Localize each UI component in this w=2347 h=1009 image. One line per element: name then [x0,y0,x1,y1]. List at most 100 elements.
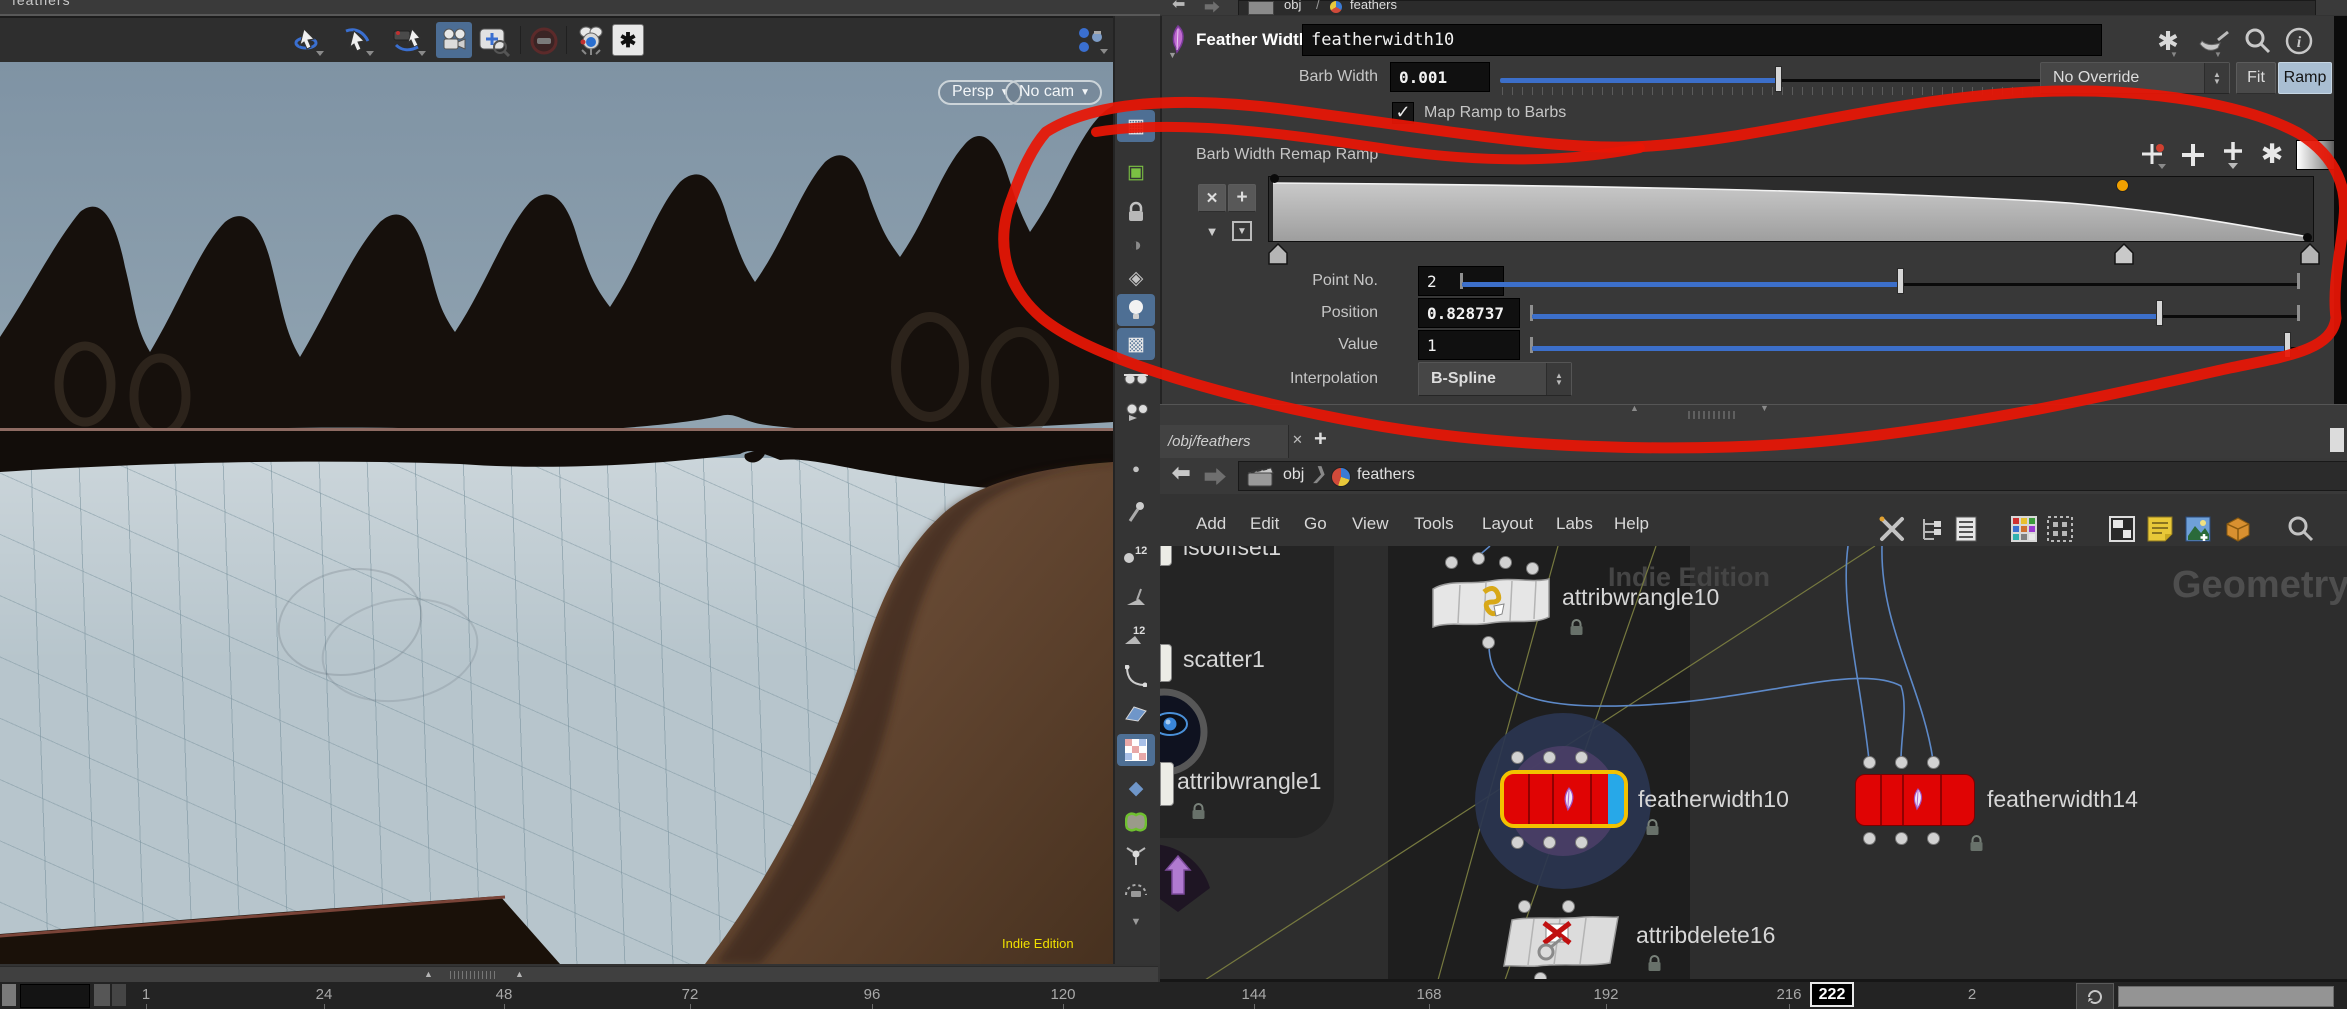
node-featherwidth14[interactable] [1855,774,1975,826]
node-output-dot[interactable] [1543,836,1556,849]
uv-overlap-icon[interactable] [1117,806,1155,838]
position-slider-handle[interactable] [2156,300,2163,326]
uv-checker-icon[interactable] [1117,734,1155,766]
timeline-bar[interactable] [0,982,2347,1009]
point-normals-icon[interactable] [1117,580,1155,612]
value-slider-handle[interactable] [2284,332,2291,358]
override-dropdown[interactable]: No Override ▲▼ [2040,62,2230,94]
breadcrumb-obj[interactable]: obj [1283,466,1304,484]
node-attribdelete16[interactable] [1498,914,1624,970]
linked-panes-icon[interactable] [1076,25,1110,57]
node-input-dot[interactable] [1445,556,1458,569]
current-frame-box[interactable]: 222 [1810,982,1854,1007]
network-editor[interactable]: Indie Edition Geometry isooffset1 scatte… [1160,546,2347,980]
menu-help[interactable]: Help [1614,514,1649,534]
node-input-dot[interactable] [1472,552,1485,565]
viewport-3d[interactable]: Persp▼ No cam▼ Indie Edition [0,62,1113,964]
node-label-attribwrangle1[interactable]: attribwrangle1 [1177,768,1321,795]
ramp-gear-icon[interactable]: ✱ [2256,138,2288,170]
clipped-node-body[interactable] [1160,762,1174,806]
node-output-dot[interactable] [1863,832,1876,845]
profile-curve-icon[interactable] [1117,660,1155,692]
visualizer-arc-icon[interactable] [1117,874,1155,906]
toolbar-more-icon[interactable]: ▼ [1117,906,1155,938]
gear-menu-icon[interactable]: ✱ [2152,26,2184,56]
pane-splitter[interactable]: ▲ ▼ [1160,404,2347,426]
ramp-marker-selected[interactable] [2111,242,2137,266]
breadcrumb-feathers[interactable]: feathers [1357,466,1415,484]
ramp-point-0-dot[interactable] [1270,174,1279,183]
menu-labs[interactable]: Labs [1556,514,1593,534]
ramp-point-selected-dot[interactable] [2116,179,2129,192]
interpolation-dropdown[interactable]: B-Spline ▲▼ [1418,362,1572,396]
ramp-export-icon[interactable]: ▼ [1228,218,1256,244]
node-label-featherwidth10[interactable]: featherwidth10 [1638,786,1789,813]
timeline-widget-b[interactable] [112,984,126,1006]
node-input-dot[interactable] [1518,900,1531,913]
path-feathers-text[interactable]: feathers [1350,0,1397,12]
view-grid-icon[interactable]: ▦ [1117,110,1155,142]
nav-forward-icon[interactable]: ⮕ [1204,460,1226,492]
plane-handle-icon[interactable] [1117,698,1155,730]
menu-view[interactable]: View [1352,514,1389,534]
spinner-arrows-icon[interactable]: ▲▼ [1546,363,1571,395]
forward-arrow-icon-sliver[interactable]: ⮕ [1204,0,1220,15]
timeline-frame-field[interactable] [20,984,90,1008]
menu-edit[interactable]: Edit [1250,514,1279,534]
ramp-marker-1[interactable] [2297,242,2323,266]
node-name-field[interactable]: featherwidth10 [1302,24,2102,56]
view-camera-cursor-icon[interactable] [392,25,426,57]
ramp-button[interactable]: Ramp [2278,62,2332,94]
no-cam-pill[interactable]: No cam▼ [1005,80,1102,105]
flipbook-fly-icon[interactable] [574,24,606,58]
template-flag-arrow[interactable] [1160,842,1212,912]
timeline-start-widget[interactable] [2,984,16,1006]
ramp-point-end-dot[interactable] [2303,233,2312,242]
menu-layout[interactable]: Layout [1482,514,1533,534]
lock-view-icon[interactable] [1117,196,1155,228]
pane-maximize-icon[interactable] [2330,428,2344,452]
ramp-widget[interactable] [1268,176,2314,242]
path-field[interactable]: obj ❯ feathers ▼ [1238,461,2347,491]
asset-box-icon[interactable] [2224,515,2252,543]
ramp-add-point-icon[interactable] [2178,140,2208,170]
tumble-tool-icon[interactable] [292,25,324,57]
ramp-collapse-icon[interactable]: ▼ [1198,218,1226,244]
node-output-dot[interactable] [1482,636,1495,649]
path-sliver-field[interactable] [1238,0,2316,15]
show-points-icon[interactable]: ● [1117,452,1155,484]
node-label-scatter1[interactable]: scatter1 [1183,646,1265,673]
ghost-glasses-play-icon[interactable] [1117,396,1155,428]
node-input-dot[interactable] [1575,751,1588,764]
sticky-note-icon[interactable] [2146,515,2174,543]
scrub-grip[interactable] [450,971,498,979]
spinner-arrows-icon[interactable]: ▲▼ [2204,63,2229,93]
ramp-edit-cursor-icon[interactable] [2138,140,2168,170]
node-output-dot[interactable] [1575,836,1588,849]
select-mode-icon[interactable]: ▣ [1117,156,1155,188]
clipped-node-body[interactable] [1160,546,1172,566]
viewport-settings-button[interactable]: ✱ [612,24,644,56]
scrub-marker-right-icon[interactable]: ▲ [515,969,524,979]
network-search-icon[interactable] [2286,515,2314,543]
menu-go[interactable]: Go [1304,514,1327,534]
node-input-dot[interactable] [1543,751,1556,764]
tree-view-icon[interactable] [1918,515,1946,543]
node-input-dot[interactable] [1863,756,1876,769]
display-flag[interactable] [1608,774,1624,824]
diamond-handle-icon[interactable]: ◆ [1117,772,1155,804]
ramp-add-point-button[interactable]: + [1228,184,1256,212]
camera-view-button[interactable] [436,22,472,58]
search-icon[interactable] [2242,26,2272,56]
nav-back-icon[interactable]: ⬅ [1172,460,1190,486]
node-input-dot[interactable] [1499,556,1512,569]
splitter-down-icon[interactable]: ▼ [1760,403,1769,413]
tab-obj-feathers[interactable]: /obj/feathers [1160,425,1289,458]
node-input-dot[interactable] [1562,900,1575,913]
display-layout-icon[interactable] [2108,515,2136,543]
texture-cube-icon[interactable]: ▩ [1117,328,1155,360]
tab-new-icon[interactable]: + [1314,426,1327,452]
map-ramp-checkbox[interactable]: ✓ [1392,102,1414,124]
path-obj-text[interactable]: obj [1284,0,1301,12]
back-arrow-icon-sliver[interactable]: ⬅ [1172,0,1185,14]
